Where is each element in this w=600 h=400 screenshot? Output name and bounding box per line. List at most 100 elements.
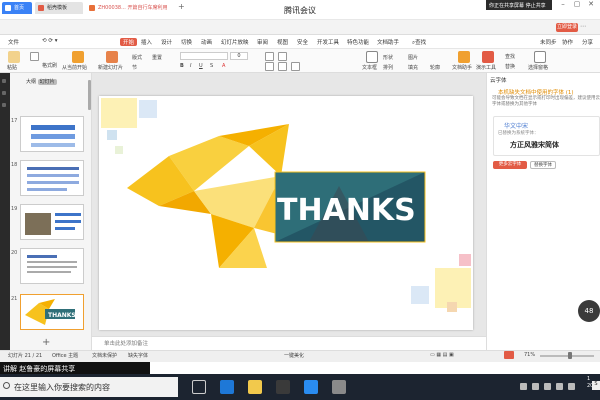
select-pane-icon[interactable]	[534, 51, 546, 63]
tab-outline[interactable]: 大纲	[26, 79, 36, 85]
app-icon[interactable]	[276, 380, 290, 394]
add-slide-button[interactable]: +	[42, 337, 50, 348]
tray-icon[interactable]	[520, 383, 527, 390]
select-pane-button[interactable]: 选择窗格	[528, 64, 548, 71]
menu-animation[interactable]: 动画	[201, 38, 212, 46]
menu-slideshow[interactable]: 幻灯片放映	[221, 38, 249, 46]
beautify-button[interactable]: 一键美化	[284, 352, 304, 359]
notes-pane[interactable]	[92, 336, 486, 350]
app-icon[interactable]	[332, 380, 346, 394]
window-tools-icon[interactable]: ⋯	[580, 23, 586, 30]
paste-icon[interactable]	[8, 51, 20, 63]
new-slide-icon[interactable]	[106, 51, 118, 63]
zoom-slider[interactable]	[540, 355, 594, 357]
bold-icon[interactable]: B	[180, 63, 184, 69]
slide-thumbnail-selected[interactable]: THANKS	[20, 294, 84, 330]
font-color-icon[interactable]: A	[222, 63, 225, 69]
task-view-icon[interactable]	[192, 380, 206, 394]
menu-doc-helper[interactable]: 文档助手	[377, 38, 399, 46]
menu-transition[interactable]: 切换	[181, 38, 192, 46]
menu-design[interactable]: 设计	[161, 38, 172, 46]
slide-thumbnail[interactable]	[20, 204, 84, 240]
cloud-sync-status[interactable]: 未同步	[540, 38, 557, 46]
textbox-icon[interactable]	[366, 51, 378, 63]
section-button[interactable]: 节	[132, 64, 137, 71]
view-mode-icons[interactable]: ▭ ▦ ▤ ▣	[430, 352, 454, 358]
menu-file[interactable]: 文件	[8, 38, 19, 46]
collab-button[interactable]: 协作	[562, 38, 573, 46]
align-center-icon[interactable]	[278, 62, 287, 71]
underline-icon[interactable]: U	[199, 63, 203, 69]
zoom-slider-knob[interactable]	[568, 352, 572, 359]
speaker-tools-icon[interactable]	[482, 51, 494, 63]
strikethrough-icon[interactable]: S	[210, 63, 213, 69]
tab-slides[interactable]: 幻灯片	[37, 79, 57, 85]
slide-thumbnail[interactable]	[20, 116, 84, 152]
align-right-icon[interactable]	[291, 62, 300, 71]
menu-search[interactable]: ⌕查找	[412, 38, 426, 47]
minimize-icon[interactable]: –	[556, 0, 570, 8]
replace-button[interactable]: 替换	[505, 63, 515, 70]
slide-canvas[interactable]: THANKS	[99, 96, 473, 330]
file-explorer-icon[interactable]	[248, 380, 262, 394]
volume-icon[interactable]	[568, 383, 575, 390]
close-icon[interactable]: ✕	[584, 0, 598, 8]
share-button[interactable]: 分享	[582, 38, 593, 46]
new-slide-button[interactable]: 新建幻灯片	[98, 64, 123, 71]
menu-security[interactable]: 安全	[297, 38, 308, 46]
floating-zoom-badge[interactable]: 48	[578, 300, 600, 322]
doc-helper-icon[interactable]	[458, 51, 470, 63]
font-size-input[interactable]: 0	[230, 52, 248, 60]
tencent-meeting-icon[interactable]	[304, 380, 318, 394]
side-strip-icon[interactable]	[2, 103, 6, 107]
input-language-indicator[interactable]: S	[592, 381, 600, 390]
replace-font-button[interactable]: 替换字体	[530, 161, 556, 169]
outline-button[interactable]: 轮廓	[430, 64, 440, 71]
play-from-current-icon[interactable]	[72, 51, 84, 63]
slide-thumbnail[interactable]	[20, 160, 84, 196]
italic-icon[interactable]: I	[190, 63, 191, 69]
cut-icon[interactable]	[30, 52, 39, 61]
menu-insert[interactable]: 插入	[141, 38, 152, 46]
edge-browser-icon[interactable]	[220, 380, 234, 394]
tray-icon[interactable]	[544, 383, 551, 390]
arrange-button[interactable]: 排列	[383, 64, 393, 71]
find-button[interactable]: 查找	[505, 53, 515, 60]
menu-file-arrows-icon[interactable]: ⟲ ⟳ ▾	[42, 38, 57, 44]
taskbar-search-box[interactable]: 在这里输入你要搜索的内容	[0, 377, 178, 397]
thumbnail-scrollbar[interactable]	[88, 80, 91, 110]
missing-font-status[interactable]: 缺失字体	[128, 352, 148, 359]
align-left-icon[interactable]	[265, 62, 274, 71]
tab-home[interactable]: 首页	[2, 2, 32, 14]
login-button[interactable]: 立即登录	[556, 23, 578, 32]
bullets-icon[interactable]	[265, 52, 274, 61]
side-strip-icon[interactable]	[2, 91, 6, 95]
maximize-icon[interactable]: ▢	[570, 0, 584, 8]
doc-helper-button[interactable]: 文档助手	[452, 64, 472, 71]
speaker-tools-button[interactable]: 演示工具	[476, 64, 496, 71]
new-tab-icon[interactable]: +	[178, 2, 185, 11]
fill-button[interactable]: 填充	[408, 64, 418, 71]
more-cloud-fonts-button[interactable]: 更多云字体	[493, 161, 527, 169]
from-current-button[interactable]: 从当前开始	[62, 64, 87, 71]
menu-view[interactable]: 视图	[277, 38, 288, 46]
zoom-level[interactable]: 71%	[524, 352, 535, 358]
menu-review[interactable]: 审阅	[257, 38, 268, 46]
slide-thumbnail[interactable]	[20, 248, 84, 284]
shapes-button[interactable]: 形状	[383, 54, 393, 61]
network-icon[interactable]	[556, 383, 563, 390]
play-slideshow-icon[interactable]	[504, 351, 514, 359]
font-name-dropdown[interactable]	[180, 52, 228, 60]
share-status-pill[interactable]: 你正在共享屏幕 停止共享	[486, 0, 552, 10]
side-strip-icon[interactable]	[2, 79, 6, 83]
notes-placeholder[interactable]: 单击此处添加备注	[104, 339, 148, 347]
menu-features[interactable]: 特色功能	[347, 38, 369, 46]
textbox-button[interactable]: 文本框	[362, 64, 377, 71]
reset-button[interactable]: 重置	[152, 54, 162, 61]
layout-button[interactable]: 版式	[132, 54, 142, 61]
picture-button[interactable]: 图片	[408, 54, 418, 61]
tab-document[interactable]: ZH00038... 开篇自行车席利用	[86, 2, 174, 14]
tab-docer[interactable]: 稻壳模板	[35, 2, 83, 14]
menu-home[interactable]: 开始	[120, 38, 138, 46]
tray-icon[interactable]	[532, 383, 539, 390]
